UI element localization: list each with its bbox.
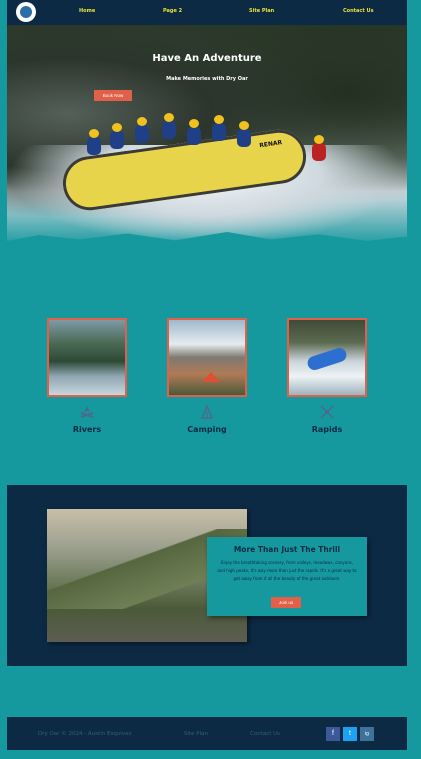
card-camping[interactable]: Camping (167, 318, 247, 434)
card-label: Camping (187, 425, 227, 434)
tent-icon (200, 403, 214, 419)
feature-banner: More Than Just The Thrill Enjoy the brea… (7, 485, 407, 666)
card-label: Rapids (311, 425, 343, 434)
footer-contact-link[interactable]: Contact Us (250, 731, 280, 737)
rafter (237, 121, 251, 147)
hero-section: RENAR Have An Adventure Make Memories wi… (7, 25, 407, 247)
card-rivers[interactable]: Rivers (47, 318, 127, 434)
card-label: Rivers (72, 425, 102, 434)
hero-subtitle: Make Memories with Dry Oar (166, 76, 248, 82)
info-box: More Than Just The Thrill Enjoy the brea… (207, 537, 367, 616)
twitter-icon[interactable]: t (343, 727, 357, 741)
top-navbar: Home Page 2 Site Plan Contact Us (7, 0, 407, 25)
camping-image (167, 318, 247, 397)
rafter (312, 135, 326, 161)
tent (202, 372, 220, 382)
logo[interactable] (16, 2, 36, 22)
rafter (187, 119, 201, 145)
rafter (87, 129, 101, 155)
facebook-icon[interactable]: f (326, 727, 340, 741)
rafter (110, 123, 124, 149)
footer-copyright: Dry Oar © 2024 - Austin Esquivez (38, 731, 132, 737)
info-title: More Than Just The Thrill (233, 545, 341, 554)
rapids-image (287, 318, 367, 397)
nav-contact-us[interactable]: Contact Us (343, 8, 374, 14)
rafter (162, 113, 176, 139)
book-now-button[interactable]: Book Now (94, 90, 132, 101)
card-rapids[interactable]: Rapids (287, 318, 367, 434)
join-us-button[interactable]: Join us (271, 597, 301, 608)
rivers-image (47, 318, 127, 397)
campfire-icon (80, 406, 94, 418)
nav-home[interactable]: Home (79, 8, 95, 14)
rafter (212, 115, 226, 141)
rafter (135, 117, 149, 143)
raft-text: RENAR (258, 139, 283, 150)
hero-title: Have An Adventure (152, 53, 262, 64)
footer: Dry Oar © 2024 - Austin Esquivez Site Pl… (7, 717, 407, 750)
nav-page-2[interactable]: Page 2 (163, 8, 182, 14)
nav-site-plan[interactable]: Site Plan (249, 8, 274, 14)
blue-raft (305, 346, 349, 372)
instagram-icon[interactable]: ig (360, 727, 374, 741)
info-text: Enjoy the breathtaking scenery, from val… (217, 560, 357, 581)
paddles-icon (320, 405, 334, 419)
footer-site-plan-link[interactable]: Site Plan (184, 731, 208, 737)
